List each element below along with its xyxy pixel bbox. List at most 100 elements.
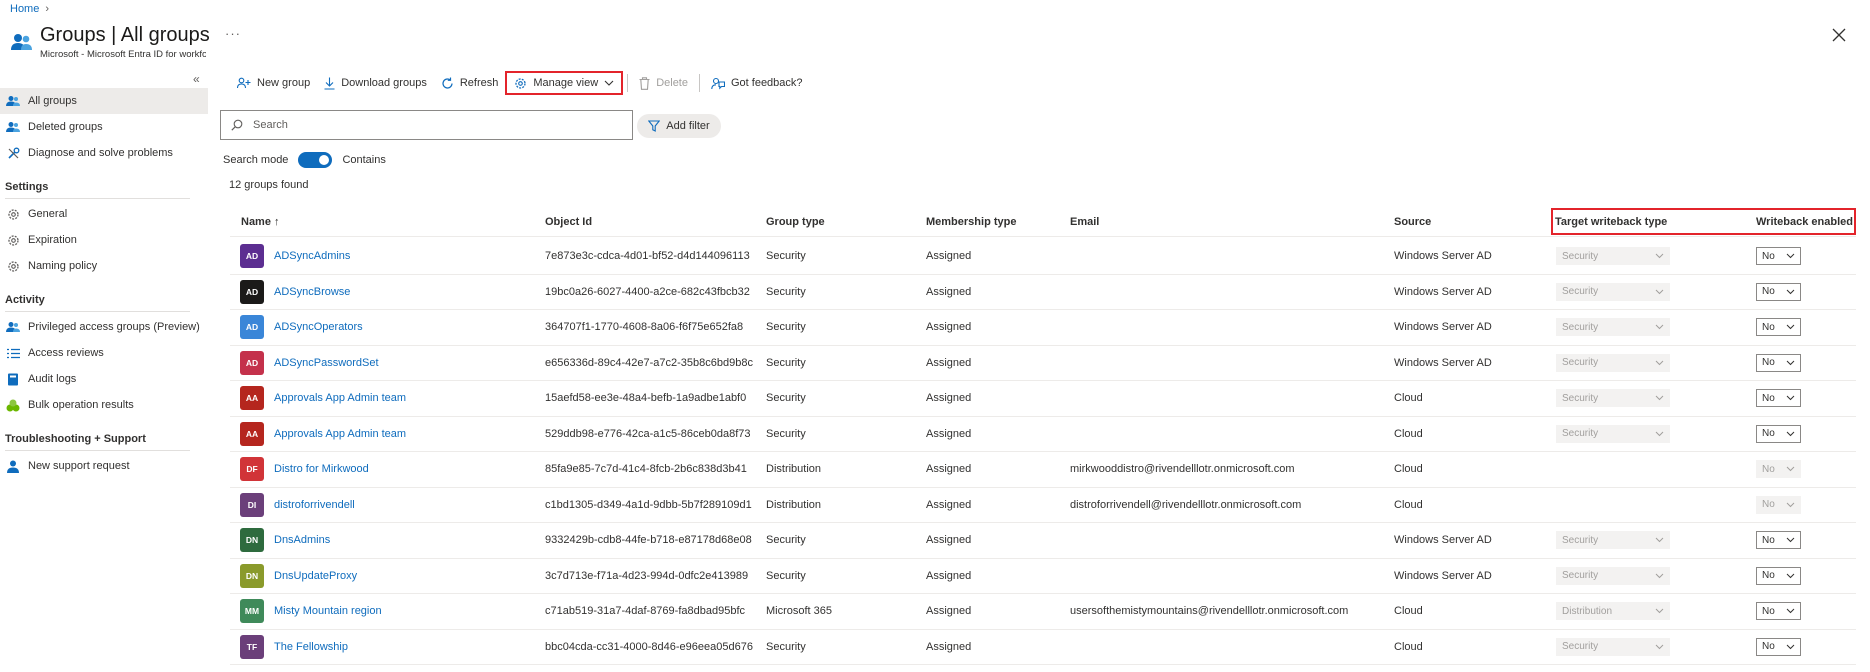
group-name-link[interactable]: Approvals App Admin team: [274, 392, 406, 404]
feedback-button[interactable]: Got feedback?: [704, 71, 810, 95]
writeback-enabled-dropdown[interactable]: No: [1756, 424, 1801, 443]
sidebar-item-general[interactable]: General: [0, 201, 208, 227]
chevron-down-icon: [1786, 324, 1795, 330]
search-field[interactable]: [220, 110, 633, 140]
group-name-link[interactable]: ADSyncPasswordSet: [274, 357, 379, 369]
sidebar-item-label: Deleted groups: [28, 121, 103, 133]
writeback-enabled-cell: No: [1756, 310, 1801, 345]
sidebar-item-diagnose[interactable]: Diagnose and solve problems: [0, 140, 208, 166]
table-row[interactable]: AD ADSyncBrowse 19bc0a26-6027-4400-a2ce-68…: [230, 275, 1856, 310]
download-groups-button[interactable]: Download groups: [317, 71, 434, 95]
writeback-enabled-cell: No: [1756, 594, 1801, 629]
writeback-enabled-dropdown[interactable]: No: [1756, 282, 1801, 301]
group-name-link[interactable]: Misty Mountain region: [274, 605, 382, 617]
more-options-button[interactable]: ···: [225, 26, 241, 41]
table-row[interactable]: AA Approvals App Admin team 15aefd58-ee3e-…: [230, 381, 1856, 417]
sidebar-item-naming-policy[interactable]: Naming policy: [0, 253, 208, 279]
table-row[interactable]: TF The Fellowship bbc04cda-cc31-4000-8d46-…: [230, 630, 1856, 665]
column-header-name[interactable]: Name ↑: [241, 216, 280, 228]
target-writeback-dropdown[interactable]: Security: [1556, 389, 1670, 408]
target-writeback-dropdown[interactable]: Security: [1556, 424, 1670, 443]
sidebar-item-audit-logs[interactable]: Audit logs: [0, 366, 208, 392]
chevron-down-icon: [1655, 395, 1664, 401]
writeback-enabled-dropdown[interactable]: No: [1756, 637, 1801, 656]
group-name-link[interactable]: ADSyncAdmins: [274, 250, 350, 262]
writeback-enabled-dropdown[interactable]: No: [1756, 353, 1801, 372]
target-writeback-dropdown[interactable]: Security: [1556, 247, 1670, 266]
sidebar-item-new-support-request[interactable]: New support request: [0, 453, 208, 479]
group-name-link[interactable]: The Fellowship: [274, 641, 348, 653]
new-group-button[interactable]: New group: [230, 71, 317, 95]
target-writeback-dropdown[interactable]: Security: [1556, 318, 1670, 337]
sidebar-item-deleted-groups[interactable]: Deleted groups: [0, 114, 208, 140]
writeback-enabled-dropdown[interactable]: No: [1756, 460, 1801, 479]
column-header-email[interactable]: Email: [1070, 216, 1099, 228]
table-row[interactable]: DI distroforrivendell c1bd1305-d349-4a1d-9…: [230, 488, 1856, 523]
table-row[interactable]: DN DnsAdmins 9332429b-cdb8-44fe-b718-e8717…: [230, 523, 1856, 559]
object-id-cell: 3c7d713e-f71a-4d23-994d-0dfc2e413989: [545, 569, 749, 582]
manage-view-button[interactable]: Manage view: [505, 71, 624, 95]
group-name-link[interactable]: distroforrivendell: [274, 499, 355, 511]
group-name-link[interactable]: Approvals App Admin team: [274, 428, 406, 440]
delete-label: Delete: [656, 77, 688, 89]
table-row[interactable]: AA Approvals App Admin team 529ddb98-e776-…: [230, 417, 1856, 452]
target-writeback-dropdown[interactable]: Security: [1556, 637, 1670, 656]
target-writeback-dropdown[interactable]: Security: [1556, 353, 1670, 372]
group-name-link[interactable]: DnsUpdateProxy: [274, 570, 357, 582]
sidebar-item-expiration[interactable]: Expiration: [0, 227, 208, 253]
sidebar-item-all-groups[interactable]: All groups: [0, 88, 208, 114]
writeback-enabled-cell: No: [1756, 630, 1801, 665]
page-title: Groups | All groups: [40, 24, 210, 46]
sidebar-item-privileged-access[interactable]: Privileged access groups (Preview): [0, 314, 208, 340]
writeback-enabled-dropdown[interactable]: No: [1756, 602, 1801, 621]
group-type-cell: Security: [766, 640, 806, 653]
writeback-enabled-dropdown[interactable]: No: [1756, 531, 1801, 550]
object-id-cell: 15aefd58-ee3e-48a4-befb-1a9adbe1abf0: [545, 392, 747, 405]
target-writeback-dropdown[interactable]: Distribution: [1556, 602, 1670, 621]
target-writeback-dropdown[interactable]: Security: [1556, 531, 1670, 550]
close-icon[interactable]: [1832, 28, 1846, 42]
chevron-down-icon: [1786, 537, 1795, 543]
writeback-enabled-dropdown[interactable]: No: [1756, 566, 1801, 585]
group-name-link[interactable]: ADSyncBrowse: [274, 286, 350, 298]
table-row[interactable]: DN DnsUpdateProxy 3c7d713e-f71a-4d23-994d-…: [230, 559, 1856, 594]
table-row[interactable]: DF Distro for Mirkwood 85fa9e85-7c7d-41c4-…: [230, 452, 1856, 488]
column-header-object-id[interactable]: Object Id: [545, 216, 592, 228]
target-writeback-value: Security: [1562, 392, 1599, 404]
table-row[interactable]: AD ADSyncOperators 364707f1-1770-4608-8a06…: [230, 310, 1856, 346]
sidebar-item-access-reviews[interactable]: Access reviews: [0, 340, 208, 366]
sidebar-item-bulk-operation[interactable]: Bulk operation results: [0, 392, 208, 418]
table-row[interactable]: AD ADSyncPasswordSet e656336d-89c4-42e7-a7…: [230, 346, 1856, 381]
target-writeback-dropdown[interactable]: Security: [1556, 282, 1670, 301]
search-mode: Search mode Contains: [223, 152, 386, 168]
refresh-button[interactable]: Refresh: [434, 71, 506, 95]
group-name-link[interactable]: DnsAdmins: [274, 534, 330, 546]
search-input[interactable]: [253, 119, 613, 131]
table-row[interactable]: MM Misty Mountain region c71ab519-31a7-4da…: [230, 594, 1856, 630]
group-name-link[interactable]: Distro for Mirkwood: [274, 463, 369, 475]
column-header-source[interactable]: Source: [1394, 216, 1431, 228]
gear-icon: [514, 77, 527, 90]
writeback-enabled-dropdown[interactable]: No: [1756, 495, 1801, 514]
column-header-membership-type[interactable]: Membership type: [926, 216, 1016, 228]
writeback-enabled-dropdown[interactable]: No: [1756, 247, 1801, 266]
table-row[interactable]: AD ADSyncAdmins 7e873e3c-cdca-4d01-bf52-d4…: [230, 239, 1856, 275]
add-filter-label: Add filter: [666, 120, 710, 132]
writeback-enabled-dropdown[interactable]: No: [1756, 389, 1801, 408]
add-filter-button[interactable]: Add filter: [637, 114, 721, 138]
email-cell: mirkwooddistro@rivendelllotr.onmicrosoft…: [1070, 463, 1295, 476]
target-writeback-dropdown[interactable]: Security: [1556, 566, 1670, 585]
delete-button[interactable]: Delete: [632, 71, 695, 95]
membership-type-cell: Assigned: [926, 321, 972, 334]
chevron-down-icon: [1786, 502, 1795, 508]
sidebar-item-label: General: [28, 208, 68, 220]
writeback-enabled-dropdown[interactable]: No: [1756, 318, 1801, 337]
breadcrumb-home-link[interactable]: Home: [10, 3, 39, 15]
column-header-group-type[interactable]: Group type: [766, 216, 825, 228]
search-mode-toggle[interactable]: [298, 152, 333, 168]
group-name-link[interactable]: ADSyncOperators: [274, 321, 363, 333]
manage-view-label: Manage view: [533, 77, 599, 89]
name-cell: DI distroforrivendell: [240, 488, 355, 523]
collapse-sidebar-button[interactable]: «: [193, 72, 200, 86]
name-cell: TF The Fellowship: [240, 630, 348, 665]
